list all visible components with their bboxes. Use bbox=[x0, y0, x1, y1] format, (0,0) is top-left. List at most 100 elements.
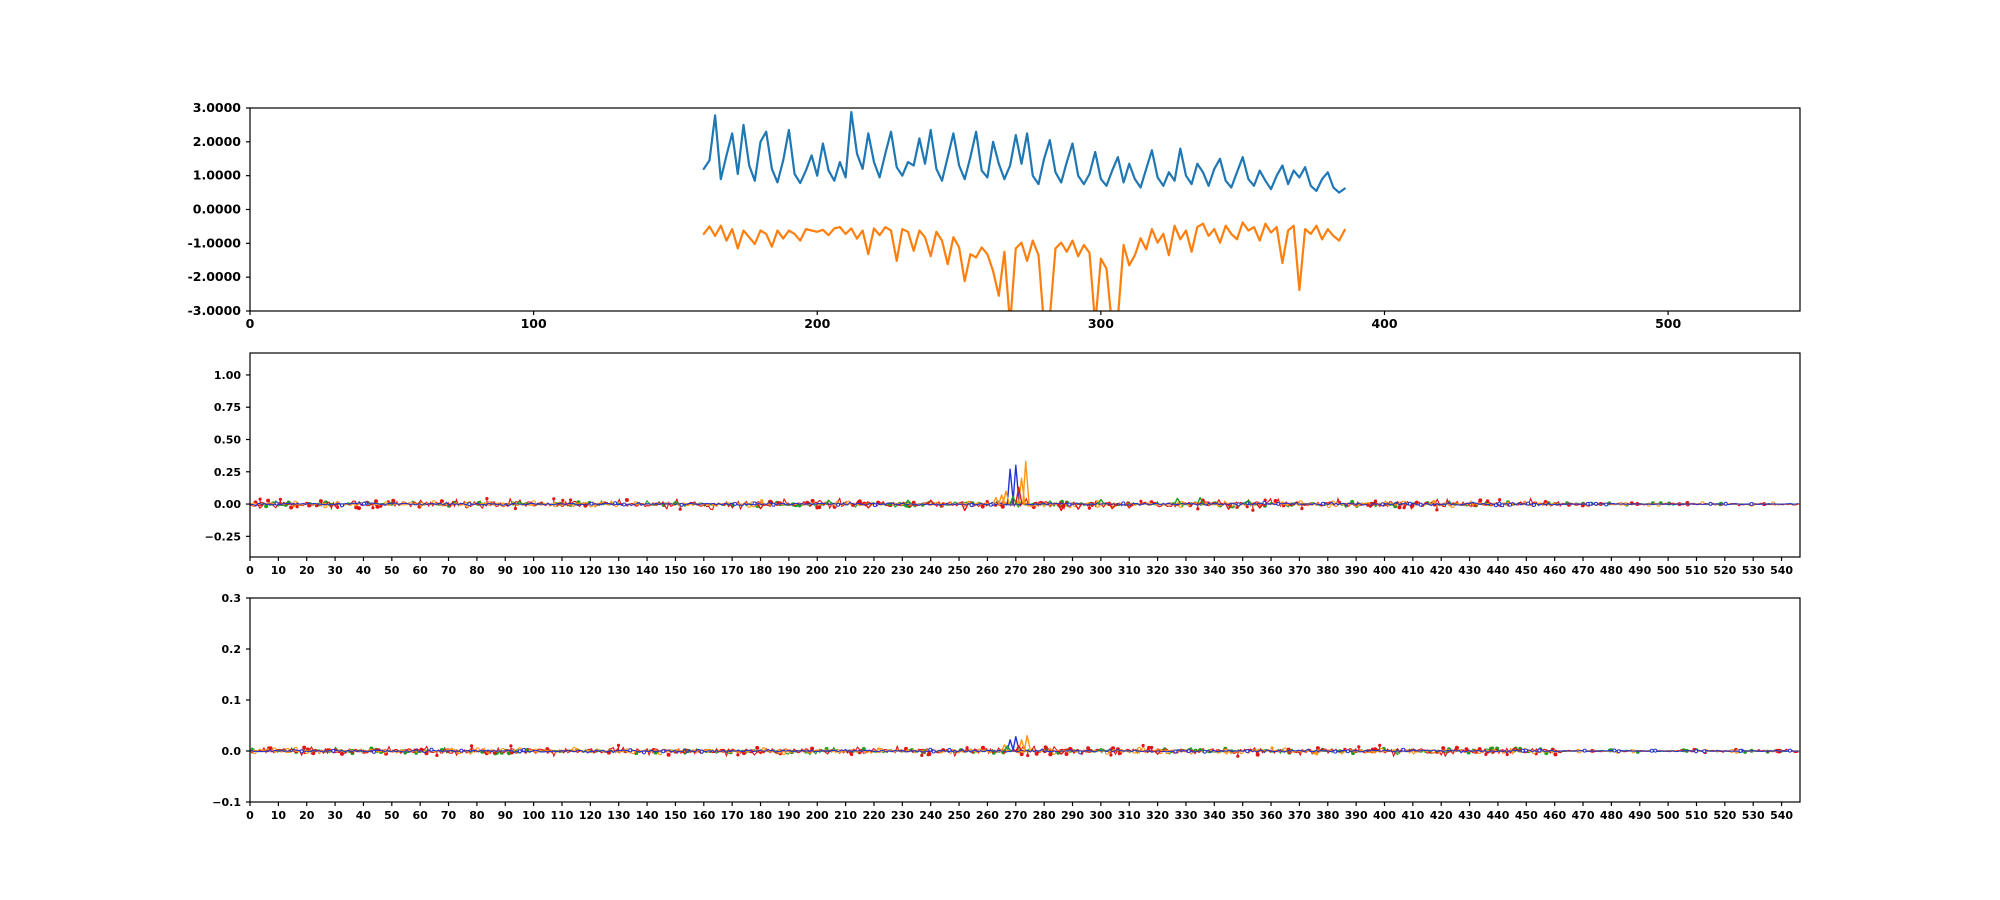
x-tick-label: 400 bbox=[1371, 316, 1397, 331]
x-tick-label: 170 bbox=[721, 564, 744, 577]
x-tick-label: 540 bbox=[1770, 564, 1793, 577]
noise-blue-marker bbox=[460, 749, 463, 752]
noise-red-marker bbox=[1049, 753, 1052, 756]
x-tick-label: 380 bbox=[1316, 809, 1339, 822]
x-tick-label: 200 bbox=[804, 316, 830, 331]
x-tick-label: 80 bbox=[469, 564, 485, 577]
noise-blue-marker bbox=[332, 749, 335, 752]
y-tick-label: 0.2 bbox=[222, 643, 242, 656]
x-tick-label: 190 bbox=[777, 564, 800, 577]
noise-red-stem-dot bbox=[485, 497, 488, 500]
noise-red-marker bbox=[667, 753, 670, 756]
x-tick-label: 460 bbox=[1543, 564, 1566, 577]
noise-orange-marker bbox=[1138, 747, 1141, 750]
x-tick-label: 190 bbox=[777, 809, 800, 822]
x-tick-label: 220 bbox=[862, 564, 885, 577]
noise-blue-marker bbox=[590, 502, 593, 505]
series-orange bbox=[704, 222, 1345, 328]
noise-blue-marker bbox=[1174, 750, 1177, 753]
noise-blue-marker bbox=[1527, 502, 1530, 505]
noise-blue-marker bbox=[932, 750, 935, 753]
noise-blue-marker bbox=[1498, 502, 1501, 505]
noise-red-stem-dot bbox=[1357, 745, 1360, 748]
noise-blue-marker bbox=[363, 502, 366, 505]
noise-blue-marker bbox=[1494, 504, 1497, 507]
noise-blue-marker bbox=[1525, 749, 1528, 752]
noise-red-stem-dot bbox=[552, 497, 555, 500]
y-tick-label: 0.75 bbox=[214, 401, 241, 414]
x-tick-label: 500 bbox=[1657, 809, 1680, 822]
noise-blue-marker bbox=[1408, 502, 1411, 505]
x-tick-label: 350 bbox=[1231, 809, 1254, 822]
x-tick-label: 320 bbox=[1146, 564, 1169, 577]
x-tick-label: 120 bbox=[579, 564, 602, 577]
noise-red-stem-dot bbox=[561, 499, 564, 502]
y-tick-label: −0.1 bbox=[212, 796, 241, 809]
noise-blue-marker bbox=[1122, 502, 1125, 505]
x-tick-label: 210 bbox=[834, 564, 857, 577]
noise-blue-marker bbox=[1589, 502, 1592, 505]
noise-red-stem-dot bbox=[279, 498, 282, 501]
x-tick-label: 120 bbox=[579, 809, 602, 822]
noise-red-marker bbox=[1465, 748, 1468, 751]
x-tick-label: 480 bbox=[1600, 809, 1623, 822]
x-tick-label: 330 bbox=[1174, 809, 1197, 822]
x-tick-label: 310 bbox=[1118, 564, 1141, 577]
y-tick-label: 0.25 bbox=[214, 466, 241, 479]
noise-blue-marker bbox=[1695, 750, 1698, 753]
noise-blue-marker bbox=[1237, 503, 1240, 506]
noise-blue-marker bbox=[1709, 502, 1712, 505]
noise-orange-marker bbox=[659, 752, 662, 755]
noise-red-marker bbox=[1455, 746, 1458, 749]
noise-red-stem-dot bbox=[1403, 506, 1406, 509]
x-tick-label: 400 bbox=[1373, 809, 1396, 822]
noise-blue-marker bbox=[680, 503, 683, 506]
x-tick-label: 320 bbox=[1146, 809, 1169, 822]
noise-red-stem-dot bbox=[1236, 755, 1239, 758]
spike bbox=[1024, 736, 1030, 751]
x-tick-label: 90 bbox=[498, 564, 514, 577]
noise-blue-marker bbox=[629, 749, 632, 752]
x-tick-label: 200 bbox=[806, 564, 829, 577]
noise-red-marker bbox=[341, 752, 344, 755]
noise-blue-marker bbox=[1650, 749, 1653, 752]
x-tick-label: 360 bbox=[1260, 564, 1283, 577]
noise-blue-marker bbox=[522, 748, 525, 751]
noise-blue-marker bbox=[518, 750, 521, 753]
x-tick-label: 100 bbox=[522, 809, 545, 822]
x-tick-label: 0 bbox=[246, 564, 254, 577]
x-tick-label: 500 bbox=[1655, 316, 1681, 331]
noise-blue-marker bbox=[1263, 501, 1266, 504]
noise-blue-marker bbox=[1521, 749, 1524, 752]
x-tick-label: 470 bbox=[1572, 564, 1595, 577]
y-tick-label: -2.0000 bbox=[188, 269, 242, 284]
noise-red-stem-dot bbox=[1486, 499, 1489, 502]
x-tick-label: 100 bbox=[521, 316, 547, 331]
x-tick-label: 390 bbox=[1345, 809, 1368, 822]
noise-blue-marker bbox=[1334, 750, 1337, 753]
noise-red-marker bbox=[1044, 746, 1047, 749]
noise-orange-marker bbox=[1284, 748, 1287, 751]
x-tick-label: 370 bbox=[1288, 564, 1311, 577]
noise-red-stem-dot bbox=[1246, 505, 1249, 508]
data-layer bbox=[704, 112, 1345, 328]
x-tick-label: 300 bbox=[1088, 316, 1114, 331]
x-tick-label: 80 bbox=[469, 809, 485, 822]
x-tick-label: 30 bbox=[327, 809, 343, 822]
noise-blue-marker bbox=[970, 504, 973, 507]
noise-orange-stem-dot bbox=[1315, 752, 1318, 755]
x-tick-label: 390 bbox=[1345, 564, 1368, 577]
noise-blue-marker bbox=[275, 502, 278, 505]
noise-blue-marker bbox=[373, 750, 376, 753]
x-tick-label: 40 bbox=[356, 564, 372, 577]
noise-orange-marker bbox=[762, 748, 765, 751]
noise-red-stem-dot bbox=[435, 754, 438, 757]
data-layer bbox=[250, 736, 1800, 758]
y-tick-label: 2.0000 bbox=[193, 134, 242, 149]
noise-red-stem-dot bbox=[1026, 754, 1029, 757]
x-tick-label: 200 bbox=[806, 809, 829, 822]
noise-blue-marker bbox=[1187, 750, 1190, 753]
x-tick-label: 170 bbox=[721, 809, 744, 822]
x-tick-label: 230 bbox=[891, 564, 914, 577]
noise-red-stem-dot bbox=[679, 508, 682, 511]
